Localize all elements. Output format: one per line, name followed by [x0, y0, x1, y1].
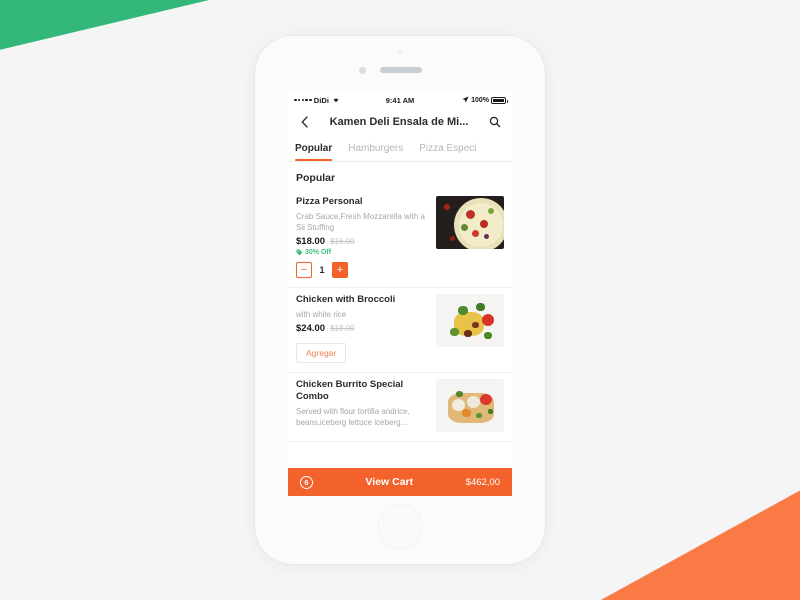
menu-item-thumbnail — [436, 379, 504, 433]
menu-item-price: $24.00 — [296, 323, 326, 335]
decor-triangle-top-left — [0, 0, 210, 50]
menu-item-description: Crab Sauce,Fresh Mozzarella with a Sii S… — [296, 211, 425, 233]
cart-count-badge: 6 — [300, 475, 313, 489]
menu-item-description: Served with flour tortilla andrice, bean… — [296, 407, 410, 428]
tab-popular[interactable]: Popular — [295, 136, 333, 161]
menu-item-thumbnail — [436, 196, 504, 249]
front-camera-icon — [397, 50, 403, 55]
menu-item[interactable]: Chicken Burrito Special Combo Served wit… — [288, 373, 512, 443]
home-button[interactable] — [377, 504, 423, 549]
status-bar-time: 9:41 AM — [385, 95, 415, 105]
minus-icon: − — [300, 263, 308, 276]
category-tabs: Popular Hamburgers Pizza Especi — [288, 136, 512, 162]
back-button[interactable] — [297, 113, 311, 131]
discount-label: 30% Off — [305, 249, 332, 257]
menu-item-thumbnail — [436, 294, 504, 348]
cart-total-amount: $462,00 — [465, 476, 500, 488]
earpiece-speaker — [380, 67, 422, 73]
proximity-sensor-icon — [359, 67, 366, 74]
tab-pizza-especial-label: Pizza Especi — [419, 143, 477, 154]
chevron-left-icon — [301, 116, 308, 128]
location-arrow-icon — [462, 95, 469, 105]
section-title: Popular — [296, 172, 336, 184]
signal-strength-icon — [294, 98, 312, 102]
phone-mockup: DiDi 9:41 AM 100% Kamen Deli Ensala de M… — [255, 36, 545, 564]
quantity-stepper: − 1 + — [296, 262, 428, 279]
tab-hamburgers-label: Hamburgers — [348, 143, 404, 154]
menu-item-info: Chicken with Broccoli with white rice $2… — [296, 294, 428, 364]
menu-item-info: Pizza Personal Crab Sauce,Fresh Mozzarel… — [296, 196, 428, 279]
menu-item-name: Chicken Burrito Special Combo — [296, 379, 404, 403]
view-cart-bar[interactable]: 6 View Cart $462,00 — [288, 468, 512, 496]
price-row: $24.00 $18.00 — [296, 323, 428, 334]
menu-item-info: Chicken Burrito Special Combo Served wit… — [296, 379, 428, 432]
price-row: $18.00 $16.00 — [296, 236, 428, 247]
menu-item-price: $18.00 — [296, 236, 326, 248]
menu-item-old-price: $16.00 — [330, 237, 355, 247]
menu-item-old-price: $18.00 — [330, 324, 355, 334]
carrier-name: DiDi — [313, 95, 330, 105]
menu-item-name: Pizza Personal — [296, 196, 363, 207]
decor-triangle-bottom-right — [600, 490, 800, 600]
tab-popular-label: Popular — [295, 143, 333, 154]
tag-icon — [296, 249, 303, 256]
view-cart-label: View Cart — [365, 476, 414, 488]
menu-item[interactable]: Pizza Personal Crab Sauce,Fresh Mozzarel… — [288, 190, 512, 289]
wifi-icon — [332, 96, 340, 105]
status-bar-left: DiDi — [294, 96, 386, 105]
phone-screen: DiDi 9:41 AM 100% Kamen Deli Ensala de M… — [288, 92, 512, 496]
quantity-increase-button[interactable]: + — [332, 262, 348, 279]
page-title: Kamen Deli Ensala de Mi... — [329, 116, 469, 128]
status-bar-right: 100% — [414, 95, 509, 105]
menu-item-name: Chicken with Broccoli — [296, 294, 396, 306]
search-button[interactable] — [487, 113, 503, 131]
menu-list: Popular Pizza Personal Crab Sauce,Fresh … — [288, 162, 512, 443]
tab-hamburgers[interactable]: Hamburgers — [348, 136, 403, 161]
add-to-cart-button[interactable]: Agregar — [296, 343, 347, 364]
battery-icon — [491, 96, 509, 104]
nav-header: Kamen Deli Ensala de Mi... — [288, 108, 512, 136]
plus-icon: + — [336, 263, 344, 276]
quantity-value: 1 — [319, 265, 325, 276]
battery-percent: 100% — [471, 96, 490, 104]
tab-pizza-especial[interactable]: Pizza Especi — [419, 136, 476, 161]
phone-top-bezel — [255, 36, 545, 94]
menu-item[interactable]: Chicken with Broccoli with white rice $2… — [288, 288, 512, 374]
quantity-decrease-button[interactable]: − — [296, 262, 312, 279]
search-icon — [489, 116, 501, 128]
discount-badge: 30% Off — [296, 249, 428, 256]
menu-item-description: with white rice — [296, 310, 347, 320]
status-bar: DiDi 9:41 AM 100% — [288, 92, 512, 108]
